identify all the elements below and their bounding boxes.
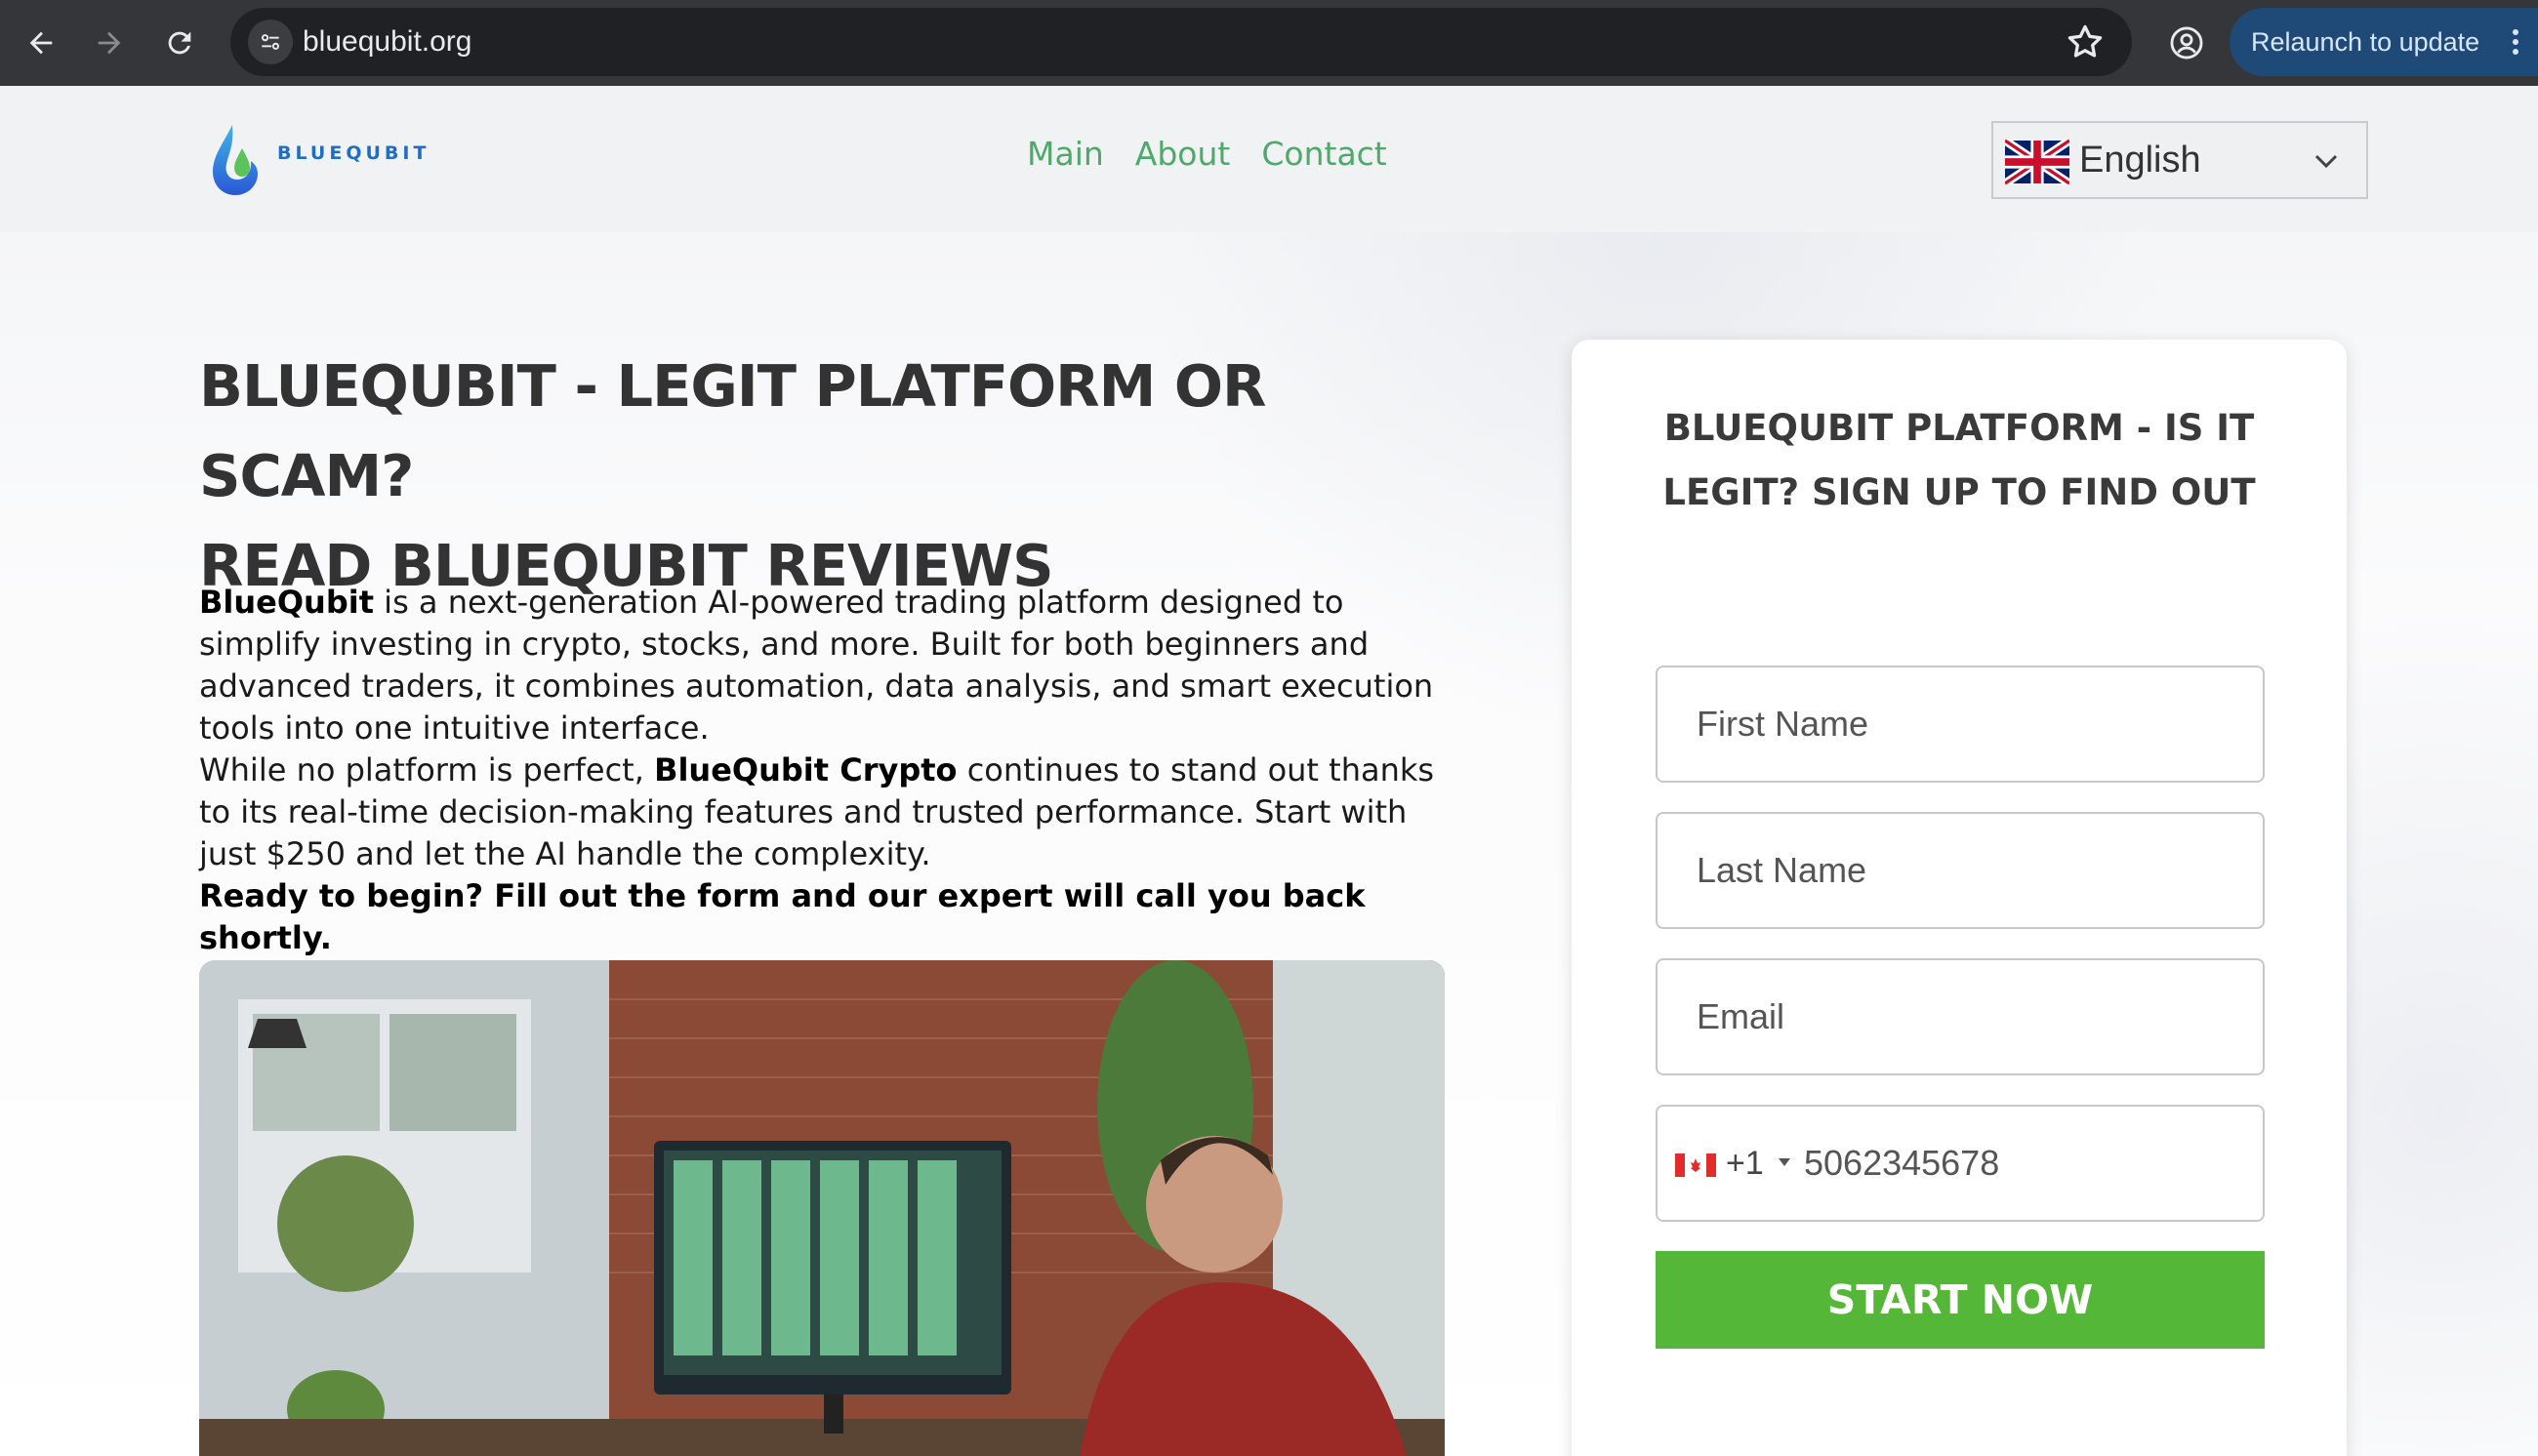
first-name-input[interactable] bbox=[1656, 666, 2265, 783]
logo-drop-icon bbox=[213, 125, 258, 195]
web-page: BLUEQUBIT Main About Contact English BLU… bbox=[0, 86, 2538, 1456]
profile-icon bbox=[2170, 26, 2203, 60]
address-bar[interactable]: bluequbit.org bbox=[230, 8, 2132, 76]
forward-button[interactable] bbox=[80, 14, 139, 72]
last-name-input[interactable] bbox=[1656, 812, 2265, 929]
form-title: BLUEQUBIT PLATFORM - IS IT LEGIT? SIGN U… bbox=[1662, 407, 2256, 513]
page-headline: BLUEQUBIT - LEGIT PLATFORM OR SCAM? READ… bbox=[199, 342, 1468, 611]
nav-about[interactable]: About bbox=[1135, 135, 1231, 173]
dial-code[interactable]: +1 bbox=[1726, 1107, 1764, 1220]
forward-arrow-icon bbox=[98, 31, 121, 55]
hero-photo bbox=[199, 960, 1445, 1456]
paragraph-1: BlueQubit is a next-generation AI-powere… bbox=[199, 584, 1434, 747]
canada-flag-icon[interactable] bbox=[1675, 1153, 1716, 1177]
main-nav: Main About Contact bbox=[1027, 135, 1387, 173]
url-text[interactable]: bluequbit.org bbox=[303, 8, 471, 76]
back-button[interactable] bbox=[12, 14, 70, 72]
headline-line-1: BLUEQUBIT - LEGIT PLATFORM OR SCAM? bbox=[199, 352, 1266, 509]
browser-toolbar: bluequbit.org Relaunch to update bbox=[0, 0, 2538, 86]
brand-name: BlueQubit bbox=[199, 584, 374, 621]
kebab-menu-icon[interactable] bbox=[2513, 29, 2520, 55]
phone-field: +1 bbox=[1656, 1105, 2265, 1222]
reload-icon bbox=[168, 31, 191, 55]
relaunch-button[interactable]: Relaunch to update bbox=[2230, 8, 2538, 76]
start-now-button[interactable]: START NOW bbox=[1656, 1251, 2265, 1349]
logo-text: BLUEQUBIT bbox=[277, 142, 430, 164]
signup-form-card: BLUEQUBIT PLATFORM - IS IT LEGIT? SIGN U… bbox=[1572, 340, 2347, 1456]
email-input[interactable] bbox=[1656, 958, 2265, 1075]
relaunch-label: Relaunch to update bbox=[2251, 27, 2480, 57]
nav-contact[interactable]: Contact bbox=[1261, 135, 1386, 173]
site-header: BLUEQUBIT Main About Contact English bbox=[0, 86, 2538, 232]
reload-button[interactable] bbox=[150, 14, 209, 72]
chevron-down-icon bbox=[2314, 154, 2338, 169]
site-info-icon[interactable] bbox=[248, 20, 293, 64]
language-select[interactable]: English bbox=[1991, 121, 2368, 199]
paragraph-3: Ready to begin? Fill out the form and ou… bbox=[199, 877, 1366, 956]
nav-main[interactable]: Main bbox=[1027, 135, 1104, 173]
dropdown-triangle-icon[interactable] bbox=[1779, 1158, 1790, 1166]
brand-crypto: BlueQubit Crypto bbox=[654, 751, 958, 789]
back-arrow-icon bbox=[29, 31, 53, 55]
language-label: English bbox=[2079, 140, 2201, 181]
site-logo[interactable]: BLUEQUBIT bbox=[205, 119, 430, 201]
intro-text: BlueQubit is a next-generation AI-powere… bbox=[199, 582, 1458, 959]
uk-flag-icon bbox=[2005, 139, 2069, 185]
phone-input[interactable] bbox=[1804, 1109, 2253, 1218]
bookmark-star-icon[interactable] bbox=[2064, 20, 2107, 63]
profile-button[interactable] bbox=[2159, 16, 2214, 70]
paragraph-2: While no platform is perfect, BlueQubit … bbox=[199, 751, 1435, 872]
